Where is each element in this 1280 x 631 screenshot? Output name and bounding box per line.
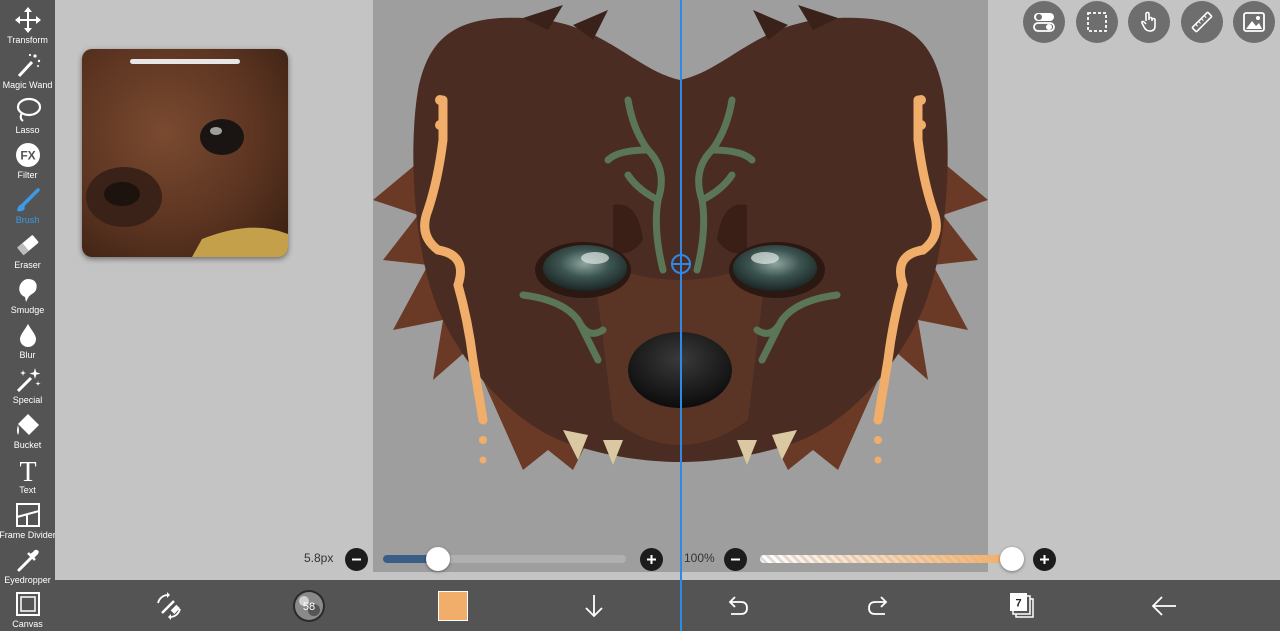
layers-icon: 7 — [1010, 593, 1034, 618]
image-button[interactable] — [1233, 1, 1275, 43]
bucket-icon — [16, 414, 39, 435]
brush-icon — [16, 188, 40, 212]
download-button[interactable] — [577, 589, 611, 623]
tool-label: Special — [12, 395, 43, 405]
touch-icon — [1141, 11, 1156, 32]
swap-tool-button[interactable] — [152, 589, 186, 623]
tool-magic-wand[interactable]: Magic Wand — [0, 47, 55, 92]
minus-icon — [731, 558, 740, 561]
eraser-icon — [16, 235, 38, 256]
tool-frame-divider[interactable]: Frame Divider — [0, 497, 56, 542]
opacity-fill — [760, 555, 1012, 563]
tool-special[interactable]: Special — [0, 362, 55, 407]
tool-label: Lasso — [15, 125, 40, 135]
opacity-value: 100% — [684, 551, 715, 565]
swap-tool-icon — [157, 592, 181, 620]
tool-label: Blur — [19, 350, 36, 360]
opacity-decrease-button[interactable] — [724, 548, 747, 571]
brush-size-increase-button[interactable] — [640, 548, 663, 571]
brush-size-decrease-button[interactable] — [345, 548, 368, 571]
brush-preview-label: 58 — [303, 601, 315, 613]
opacity-increase-button[interactable] — [1033, 548, 1056, 571]
tool-label: Bucket — [13, 440, 42, 450]
redo-icon — [868, 596, 888, 615]
smudge-icon — [18, 279, 37, 302]
text-icon: T — [19, 457, 36, 484]
tool-label: Eraser — [14, 260, 41, 270]
tool-lasso[interactable]: Lasso — [0, 92, 55, 137]
layers-count: 7 — [1015, 598, 1021, 610]
fx-glyph: FX — [20, 149, 35, 163]
tool-filter[interactable]: FX Filter — [0, 137, 55, 182]
reference-photo — [82, 49, 288, 257]
tool-eyedropper[interactable]: Eyedropper — [0, 542, 55, 587]
undo-button[interactable] — [720, 589, 754, 623]
sparkle-wand-icon — [16, 368, 41, 393]
undo-icon — [728, 596, 748, 615]
minus-icon — [352, 558, 361, 561]
touch-button[interactable] — [1128, 1, 1170, 43]
tool-label: Filter — [17, 170, 38, 180]
tool-label: Brush — [15, 215, 40, 225]
tool-text[interactable]: T Text — [0, 452, 55, 497]
back-icon — [1151, 596, 1176, 616]
brush-size-value: 5.8px — [304, 551, 334, 565]
tool-eraser[interactable]: Eraser — [0, 227, 55, 272]
reference-image-panel[interactable] — [82, 49, 288, 257]
current-color-button[interactable] — [436, 589, 470, 623]
toggle-button[interactable] — [1023, 1, 1065, 43]
symmetry-guide-line[interactable] — [680, 0, 682, 631]
tool-label: Smudge — [10, 305, 45, 315]
fx-icon: FX — [15, 143, 40, 167]
current-color-swatch — [438, 591, 468, 621]
plus-icon — [1040, 555, 1049, 564]
tool-bucket[interactable]: Bucket — [0, 407, 55, 452]
ruler-button[interactable] — [1181, 1, 1223, 43]
text-glyph: T — [19, 457, 36, 484]
toggle-icon — [1033, 13, 1055, 32]
layers-button[interactable]: 7 — [1005, 589, 1039, 623]
ruler-icon — [1191, 11, 1213, 33]
tool-label: Eyedropper — [4, 575, 51, 585]
move-arrows-icon — [14, 7, 41, 33]
drop-icon — [19, 324, 36, 347]
tool-brush[interactable]: Brush — [0, 182, 55, 227]
tool-label: Text — [19, 485, 36, 495]
brush-preview-button[interactable]: 58 — [292, 589, 326, 623]
lasso-icon — [16, 97, 41, 122]
redo-button[interactable] — [862, 589, 896, 623]
selection-icon — [1087, 12, 1107, 32]
tool-label: Frame Divider — [0, 530, 56, 540]
tool-blur[interactable]: Blur — [0, 317, 55, 362]
image-icon — [1243, 12, 1265, 32]
opacity-knob[interactable] — [1000, 547, 1024, 571]
brush-preview: 58 — [293, 590, 325, 622]
tool-sidebar: Transform Magic Wand Lasso FX Filter Bru… — [0, 0, 56, 631]
symmetry-handle-icon[interactable] — [669, 252, 693, 276]
tool-smudge[interactable]: Smudge — [0, 272, 55, 317]
eyedropper-icon — [17, 549, 39, 572]
canvas-icon — [15, 592, 40, 616]
back-button[interactable] — [1147, 589, 1181, 623]
frame-divider-icon — [15, 503, 40, 527]
bottom-toolbar: 58 7 — [55, 580, 1280, 631]
download-icon — [585, 595, 603, 618]
tool-label: Magic Wand — [2, 80, 53, 90]
tool-label: Canvas — [12, 619, 43, 629]
selection-button[interactable] — [1076, 1, 1118, 43]
tool-transform[interactable]: Transform — [0, 2, 55, 47]
plus-icon — [647, 555, 656, 564]
drag-handle[interactable] — [130, 59, 240, 64]
tool-canvas[interactable]: Canvas — [0, 586, 55, 631]
magic-wand-icon — [17, 53, 40, 78]
tool-label: Transform — [7, 35, 48, 45]
